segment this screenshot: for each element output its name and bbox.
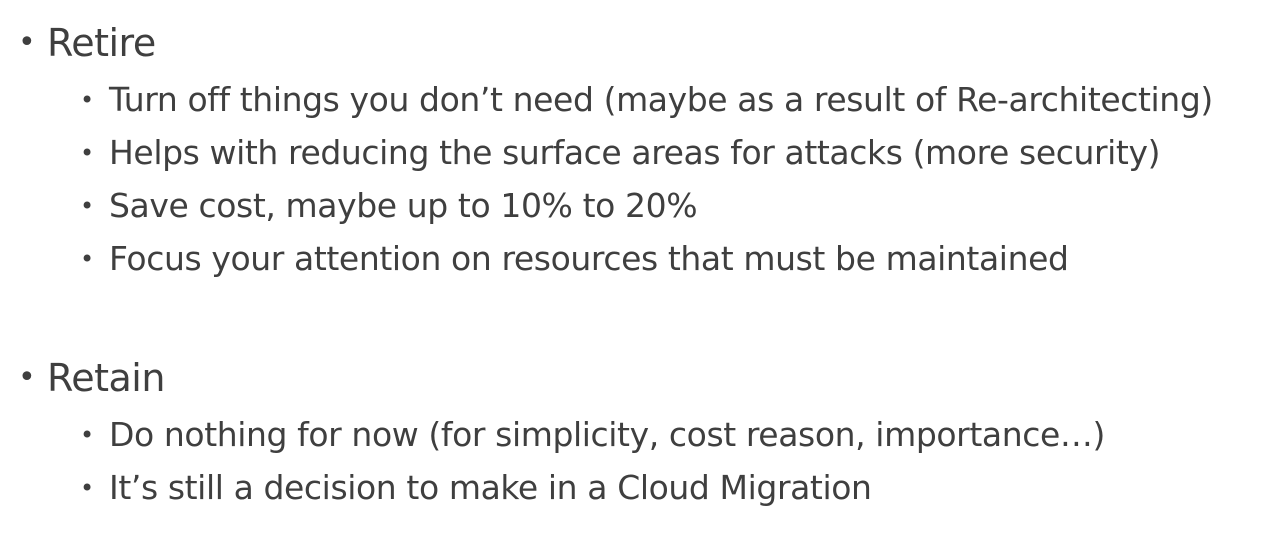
bullet-icon: • — [80, 85, 94, 114]
bullet-list: • Do nothing for now (for simplicity, co… — [18, 408, 1105, 514]
bullet-icon: • — [80, 420, 94, 449]
bullet-icon: • — [18, 360, 36, 395]
list-item-text: Helps with reducing the surface areas fo… — [109, 133, 1161, 172]
section-heading: • Retain — [18, 353, 1105, 403]
bullet-icon: • — [80, 138, 94, 167]
section-retire: • Retire • Turn off things you don’t nee… — [18, 18, 1213, 285]
list-item-text: Turn off things you don’t need (maybe as… — [109, 80, 1213, 119]
list-item: • Helps with reducing the surface areas … — [18, 126, 1213, 179]
heading-text: Retire — [47, 21, 156, 65]
list-item: • Focus your attention on resources that… — [18, 232, 1213, 285]
slide: • Retire • Turn off things you don’t nee… — [0, 0, 1274, 548]
list-item-text: Save cost, maybe up to 10% to 20% — [109, 186, 698, 225]
heading-text: Retain — [47, 356, 165, 400]
bullet-icon: • — [80, 473, 94, 502]
bullet-icon: • — [80, 244, 94, 273]
list-item-text: It’s still a decision to make in a Cloud… — [109, 468, 872, 507]
list-item: • Save cost, maybe up to 10% to 20% — [18, 179, 1213, 232]
bullet-icon: • — [80, 191, 94, 220]
bullet-icon: • — [18, 25, 36, 60]
list-item-text: Do nothing for now (for simplicity, cost… — [109, 415, 1105, 454]
section-heading: • Retire — [18, 18, 1213, 68]
bullet-list: • Turn off things you don’t need (maybe … — [18, 73, 1213, 285]
list-item-text: Focus your attention on resources that m… — [109, 239, 1069, 278]
list-item: • It’s still a decision to make in a Clo… — [18, 461, 1105, 514]
section-retain: • Retain • Do nothing for now (for simpl… — [18, 353, 1105, 514]
list-item: • Turn off things you don’t need (maybe … — [18, 73, 1213, 126]
list-item: • Do nothing for now (for simplicity, co… — [18, 408, 1105, 461]
